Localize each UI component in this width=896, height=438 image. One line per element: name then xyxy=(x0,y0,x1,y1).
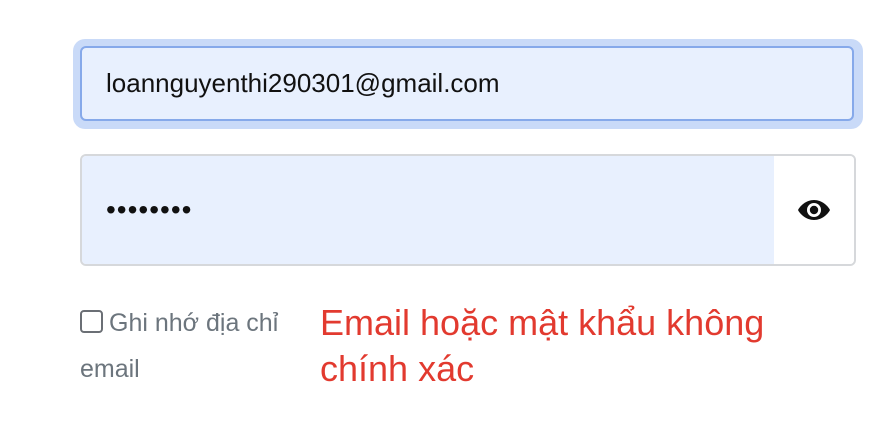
eye-icon xyxy=(798,200,830,220)
error-message: Email hoặc mật khẩu không chính xác xyxy=(320,302,765,389)
password-group xyxy=(80,154,856,266)
remember-email-label[interactable]: Ghi nhớ địa chỉ email xyxy=(80,300,315,392)
show-password-button[interactable] xyxy=(774,156,854,264)
login-form: Ghi nhớ địa chỉ email Email hoặc mật khẩ… xyxy=(0,0,896,438)
email-field[interactable] xyxy=(80,46,854,121)
password-field[interactable] xyxy=(82,156,774,264)
remember-email-text: Ghi nhớ địa chỉ email xyxy=(80,309,279,383)
remember-email-checkbox[interactable] xyxy=(80,310,103,333)
